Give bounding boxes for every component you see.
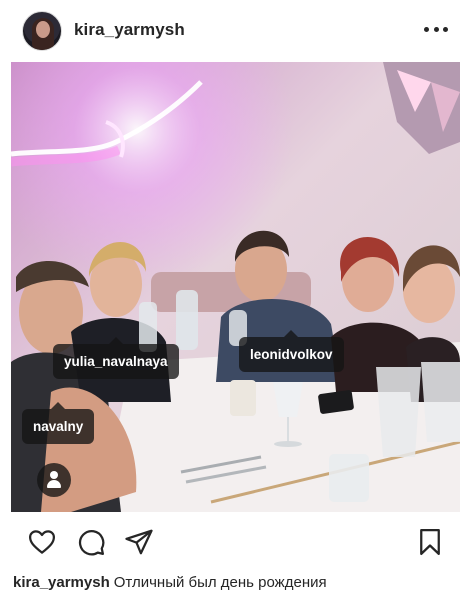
heart-icon[interactable] <box>27 527 57 557</box>
post-photo[interactable]: yulia_navalnaya leonidvolkov navalny <box>11 62 460 512</box>
avatar[interactable] <box>22 11 62 51</box>
post-header: kira_yarmysh <box>0 0 471 62</box>
caption-text: Отличный был день рождения <box>113 574 327 591</box>
photo-illustration <box>11 62 460 512</box>
caption-username[interactable]: kira_yarmysh <box>13 574 110 591</box>
avatar-face <box>36 21 50 38</box>
tag-yulia-navalnaya[interactable]: yulia_navalnaya <box>53 337 179 379</box>
bookmark-icon[interactable] <box>415 527 445 557</box>
share-icon[interactable] <box>124 527 154 557</box>
person-icon[interactable] <box>37 463 71 497</box>
person-icon-body <box>47 480 61 488</box>
more-dot <box>424 27 429 32</box>
post-caption: kira_yarmysh Отличный был день рождения <box>13 574 327 591</box>
comment-icon[interactable] <box>76 527 106 557</box>
tag-navalny[interactable]: navalny <box>22 402 95 444</box>
post-actions-bar <box>0 512 471 570</box>
post-username[interactable]: kira_yarmysh <box>74 20 185 40</box>
more-options-icon[interactable] <box>424 27 448 35</box>
more-dot <box>433 27 439 32</box>
person-icon-head <box>50 471 58 479</box>
more-dot <box>443 27 448 32</box>
tag-leonidvolkov[interactable]: leonidvolkov <box>239 330 344 372</box>
